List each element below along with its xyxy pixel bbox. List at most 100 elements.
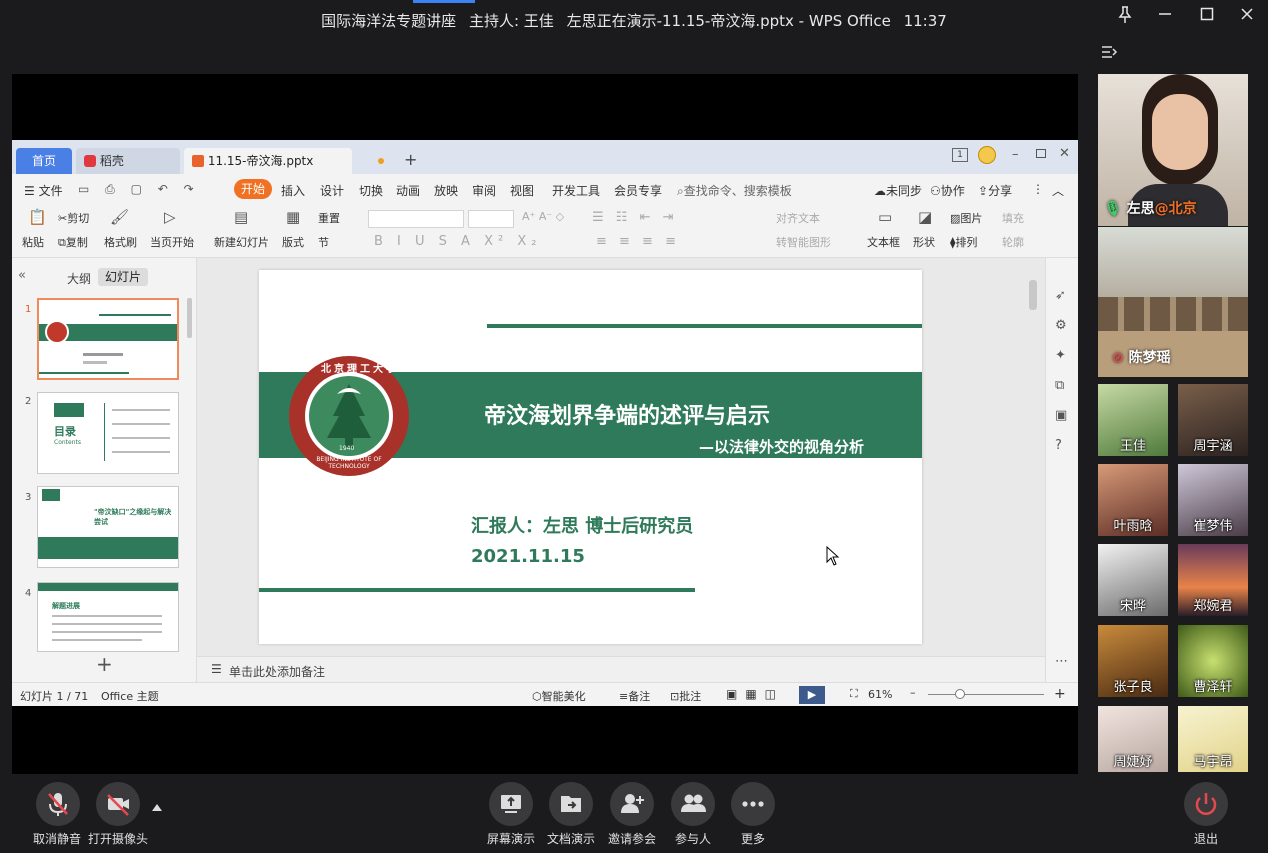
user-avatar-icon[interactable] — [978, 146, 996, 164]
invite-button[interactable] — [610, 782, 654, 826]
camera-button[interactable] — [96, 782, 140, 826]
participant-tile[interactable]: 宋晔 — [1098, 544, 1168, 616]
textbox-button[interactable]: 文本框 — [867, 234, 900, 250]
participant-tile[interactable]: 马宇昂 — [1178, 706, 1248, 772]
slide-thumb-3[interactable]: "帝汶缺口"之缘起与解决尝试 — [37, 486, 179, 568]
more-menu-icon[interactable]: ⋮ — [1032, 182, 1044, 196]
picture-button[interactable]: ▨图片 — [950, 210, 982, 226]
zoom-slider-thumb[interactable] — [955, 689, 965, 699]
arrange-button[interactable]: ⧫排列 — [950, 234, 977, 250]
sidebar-collapse-icon[interactable] — [1100, 44, 1118, 64]
font-name-select[interactable] — [368, 210, 464, 228]
thumbs-scrollbar[interactable] — [187, 298, 192, 338]
new-slide-button[interactable]: 新建幻灯片 — [214, 234, 269, 250]
tab-document[interactable]: 11.15-帝汶海.pptx — [184, 148, 384, 174]
copy-tool-icon[interactable]: ⧉ — [1055, 378, 1064, 393]
caret-up-icon[interactable] — [151, 797, 163, 816]
wps-maximize-icon[interactable] — [1036, 149, 1046, 158]
collapse-ribbon-icon[interactable]: ︿ — [1052, 182, 1064, 199]
rocket-icon[interactable]: ➶ — [1055, 288, 1066, 303]
cut-button[interactable]: ✂剪切 — [58, 210, 89, 226]
doc-share-button[interactable] — [549, 782, 593, 826]
participant-tile[interactable]: 叶雨晗 — [1098, 464, 1168, 536]
slide-scrollbar[interactable] — [1029, 280, 1037, 310]
image-tool-icon[interactable]: ▣ — [1055, 408, 1067, 423]
menu-file[interactable]: ☰ 文件 — [24, 182, 63, 199]
leave-button[interactable] — [1184, 782, 1228, 826]
menu-insert[interactable]: 插入 — [281, 182, 305, 199]
play-from-current-icon[interactable]: ▷ — [164, 208, 176, 226]
play-from-current-button[interactable]: 当页开始 — [150, 234, 194, 250]
view-mode-icons[interactable]: ▣▦◫ — [726, 687, 784, 701]
slides-tab[interactable]: 幻灯片 — [98, 268, 148, 286]
fill-button[interactable]: 填充 — [1002, 210, 1024, 226]
quick-access-icons[interactable]: ▭ ⎙ ▢ ↶ ↷ — [78, 182, 200, 197]
format-painter-button[interactable]: 格式刷 — [104, 234, 137, 250]
tab-home[interactable]: 首页 — [16, 148, 72, 174]
format-painter-icon[interactable]: 🖌 — [110, 208, 129, 226]
collapse-pane-icon[interactable]: « — [18, 268, 26, 283]
notes-bar[interactable]: ☰ 单击此处添加备注 — [197, 656, 1045, 682]
participant-tile[interactable]: 周婕妤 — [1098, 706, 1168, 772]
copy-button[interactable]: ⧉复制 — [58, 234, 88, 250]
outline-button[interactable]: 轮廓 — [1002, 234, 1024, 250]
shape-icon[interactable]: ◪ — [918, 208, 932, 226]
fit-window-icon[interactable]: ⛶ — [850, 687, 858, 701]
unsynced-button[interactable]: ☁未同步 — [874, 182, 922, 199]
participants-button[interactable] — [671, 782, 715, 826]
menu-view[interactable]: 视图 — [510, 182, 534, 199]
tab-daoke[interactable]: 稻壳 — [76, 148, 180, 174]
minimize-button[interactable] — [1153, 6, 1177, 26]
slide-thumb-1[interactable] — [37, 298, 179, 380]
workspace-icon[interactable]: 1 — [952, 148, 968, 162]
menu-animation[interactable]: 动画 — [396, 182, 420, 199]
pin-icon[interactable] — [1113, 6, 1137, 29]
zoom-in-button[interactable]: + — [1054, 686, 1066, 702]
outline-tab[interactable]: 大纲 — [67, 270, 91, 287]
wps-close-icon[interactable]: ✕ — [1059, 146, 1070, 161]
notes-toggle[interactable]: ≡备注 — [619, 688, 650, 704]
participant-video-2[interactable]: ⊘ 陈梦瑶 — [1098, 227, 1248, 377]
collab-button[interactable]: ⚇协作 — [930, 182, 965, 199]
paste-button[interactable]: 粘贴 — [22, 234, 44, 250]
participant-tile[interactable]: 张子良 — [1098, 625, 1168, 697]
speaker-video[interactable]: 🎙 左思@北京 — [1098, 74, 1248, 226]
menu-slideshow[interactable]: 放映 — [434, 182, 458, 199]
paragraph-align-controls[interactable]: ≡ ≡ ≡ ≡ — [596, 234, 680, 249]
zoom-out-button[interactable]: – — [910, 686, 916, 699]
align-text-button[interactable]: 对齐文本 — [776, 210, 820, 226]
sliders-icon[interactable]: ⚙ — [1055, 318, 1067, 333]
comments-toggle[interactable]: ⊡批注 — [670, 688, 701, 704]
pin-tool-icon[interactable]: ✦ — [1055, 348, 1066, 363]
more-tools-icon[interactable]: ⋯ — [1055, 654, 1068, 669]
reset-button[interactable]: 重置 — [318, 210, 340, 226]
smart-shape-button[interactable]: 转智能图形 — [776, 234, 831, 250]
help-icon[interactable]: ? — [1055, 438, 1062, 453]
menu-developer[interactable]: 开发工具 — [552, 182, 600, 199]
play-slideshow-button[interactable]: ▶ — [799, 686, 825, 704]
wps-minimize-icon[interactable]: – — [1012, 147, 1019, 162]
textbox-icon[interactable]: ▭ — [878, 208, 892, 226]
beautify-button[interactable]: ⬡智能美化 — [532, 688, 586, 704]
list-controls[interactable]: ☰ ☷ ⇤ ⇥ — [592, 210, 678, 225]
participant-tile[interactable]: 王佳 — [1098, 384, 1168, 456]
menu-member[interactable]: 会员专享 — [614, 182, 662, 199]
paste-icon[interactable]: 📋 — [28, 208, 47, 226]
menu-design[interactable]: 设计 — [320, 182, 344, 199]
menu-start[interactable]: 开始 — [234, 179, 272, 199]
participant-tile[interactable]: 郑婉君 — [1178, 544, 1248, 616]
layout-icon[interactable]: ▦ — [286, 208, 300, 226]
shape-button[interactable]: 形状 — [913, 234, 935, 250]
add-slide-button[interactable]: + — [96, 652, 113, 676]
share-button[interactable]: ⇪分享 — [978, 182, 1012, 199]
menu-transition[interactable]: 切换 — [359, 182, 383, 199]
new-slide-icon[interactable]: ▤ — [234, 208, 248, 226]
slide-thumb-2[interactable]: 目录 Contents — [37, 392, 179, 474]
participant-tile[interactable]: 周宇涵 — [1178, 384, 1248, 456]
maximize-button[interactable] — [1195, 6, 1219, 26]
menu-review[interactable]: 审阅 — [472, 182, 496, 199]
slide-thumb-4[interactable]: 解题进展 — [37, 582, 179, 652]
unmute-button[interactable] — [36, 782, 80, 826]
font-size-select[interactable] — [468, 210, 514, 228]
participant-tile[interactable]: 曹泽轩 — [1178, 625, 1248, 697]
